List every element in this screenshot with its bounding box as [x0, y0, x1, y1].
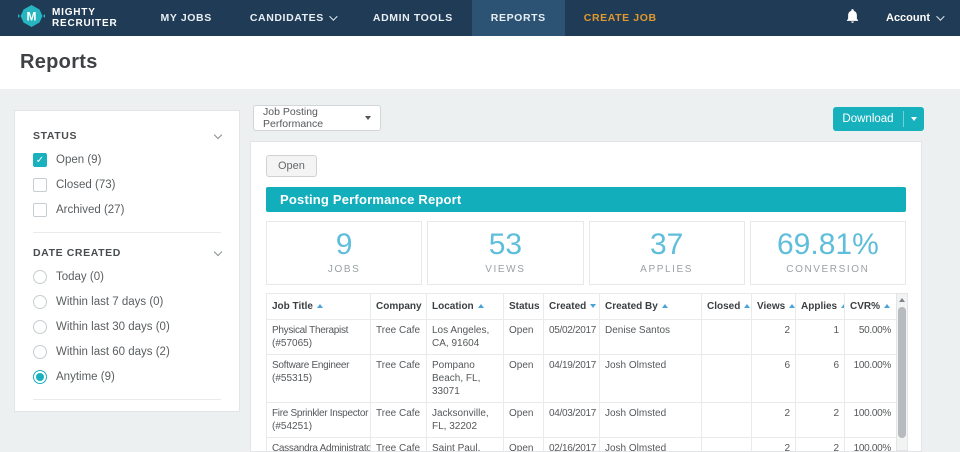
filters-sidebar: STATUS ✓ Open (9) Closed (73) Archived (… [14, 110, 240, 412]
col-status[interactable]: Status [503, 292, 544, 320]
checkbox-icon[interactable] [33, 178, 47, 192]
nav-item-candidates[interactable]: CANDIDATES [231, 0, 354, 36]
report-banner-title: Posting Performance Report [266, 187, 906, 212]
chevron-down-icon [213, 247, 223, 256]
sort-asc-icon [789, 303, 795, 308]
report-table-wrap: Job Title Company Location Status Create… [266, 292, 908, 451]
top-nav: M MIGHTY RECRUITER MY JOBS CANDIDATES AD… [0, 0, 960, 36]
download-button-label[interactable]: Download [833, 107, 903, 131]
table-scrollbar[interactable] [896, 292, 908, 451]
filter-option-open[interactable]: ✓ Open (9) [33, 153, 221, 167]
filter-section-date-created[interactable]: DATE CREATED [33, 247, 223, 259]
app-screen: M MIGHTY RECRUITER MY JOBS CANDIDATES AD… [0, 0, 960, 452]
nav-item-my-jobs[interactable]: MY JOBS [142, 0, 231, 36]
col-created-by[interactable]: Created By [599, 292, 702, 320]
filter-option-today[interactable]: Today (0) [33, 270, 221, 284]
filter-option-last-7-days[interactable]: Within last 7 days (0) [33, 295, 221, 309]
caret-down-icon [911, 117, 917, 121]
scroll-up-icon[interactable] [899, 297, 905, 302]
radio-icon[interactable] [33, 320, 47, 334]
radio-icon[interactable] [33, 295, 47, 309]
sort-asc-icon [477, 303, 484, 308]
filter-option-archived[interactable]: Archived (27) [33, 203, 221, 217]
download-options-button[interactable] [904, 107, 924, 131]
sort-asc-icon [744, 303, 751, 308]
brand-logo[interactable]: M MIGHTY RECRUITER [18, 4, 118, 33]
divider [33, 232, 221, 233]
sort-asc-icon [316, 303, 323, 308]
checkbox-checked-icon[interactable]: ✓ [33, 153, 47, 167]
stats-row: 9 JOBS 53 VIEWS 37 APPLIES 69.81% CONVER… [266, 221, 906, 285]
col-location[interactable]: Location [426, 292, 504, 320]
table-row: Physical Therapist (#57065) Tree Cafe Los… [266, 318, 897, 355]
col-applies[interactable]: Applies [795, 292, 845, 320]
report-panel: Open Posting Performance Report 9 JOBS 5… [250, 141, 922, 452]
bell-icon[interactable] [845, 8, 860, 29]
col-company[interactable]: Company [370, 292, 427, 320]
page-header: Reports [0, 36, 960, 89]
sort-asc-icon [661, 303, 668, 308]
radio-icon[interactable] [33, 345, 47, 359]
filter-option-last-30-days[interactable]: Within last 30 days (0) [33, 320, 221, 334]
radio-selected-icon[interactable] [33, 370, 47, 384]
filter-option-closed[interactable]: Closed (73) [33, 178, 221, 192]
filter-option-last-60-days[interactable]: Within last 60 days (2) [33, 345, 221, 359]
status-filter-chip[interactable]: Open [266, 155, 317, 177]
account-menu[interactable]: Account [886, 12, 945, 24]
table-row: Software Engineer (#55315) Tree Cafe Pomp… [266, 353, 897, 403]
download-button[interactable]: Download [833, 107, 924, 131]
filter-option-anytime[interactable]: Anytime (9) [33, 370, 221, 384]
report-type-select[interactable]: Job Posting Performance [253, 105, 381, 131]
chevron-down-icon [329, 12, 338, 21]
nav-item-admin-tools[interactable]: ADMIN TOOLS [354, 0, 472, 36]
col-closed[interactable]: Closed [701, 292, 752, 320]
col-cvr[interactable]: CVR% [844, 292, 897, 320]
stat-views: 53 VIEWS [427, 221, 584, 285]
table-row: Fire Sprinkler Inspector (#54251) Tree Ca… [266, 401, 897, 438]
col-views[interactable]: Views [751, 292, 796, 320]
chevron-down-icon [936, 12, 945, 21]
stat-jobs: 9 JOBS [266, 221, 423, 285]
checkbox-icon[interactable] [33, 203, 47, 217]
sort-asc-icon [884, 303, 891, 308]
nav-right: Account [845, 8, 945, 29]
table-header-row: Job Title Company Location Status Create… [266, 292, 897, 320]
page-title: Reports [20, 51, 98, 73]
nav-item-create-job[interactable]: CREATE JOB [565, 0, 676, 36]
stat-conversion: 69.81% CONVERSION [749, 221, 906, 285]
divider [33, 399, 221, 400]
nav-menu: MY JOBS CANDIDATES ADMIN TOOLS REPORTS C… [142, 0, 676, 36]
col-job-title[interactable]: Job Title [266, 292, 371, 320]
caret-down-icon [365, 116, 371, 120]
filter-section-status[interactable]: STATUS [33, 130, 223, 142]
nav-item-reports[interactable]: REPORTS [471, 0, 565, 36]
mightyrecruiter-logo-icon: M [18, 4, 45, 33]
stat-applies: 37 APPLIES [588, 221, 745, 285]
svg-text:M: M [27, 9, 37, 23]
radio-icon[interactable] [33, 270, 47, 284]
sort-desc-icon [590, 303, 597, 308]
table-row: Cassandra Administrator(#50576) Tree Caf… [266, 436, 897, 451]
chevron-down-icon [213, 130, 223, 139]
scrollbar-thumb[interactable] [898, 306, 906, 438]
col-created[interactable]: Created [543, 292, 600, 320]
sort-asc-icon [841, 303, 844, 308]
report-table: Job Title Company Location Status Create… [266, 292, 897, 451]
brand-name: MIGHTY RECRUITER [52, 7, 118, 29]
